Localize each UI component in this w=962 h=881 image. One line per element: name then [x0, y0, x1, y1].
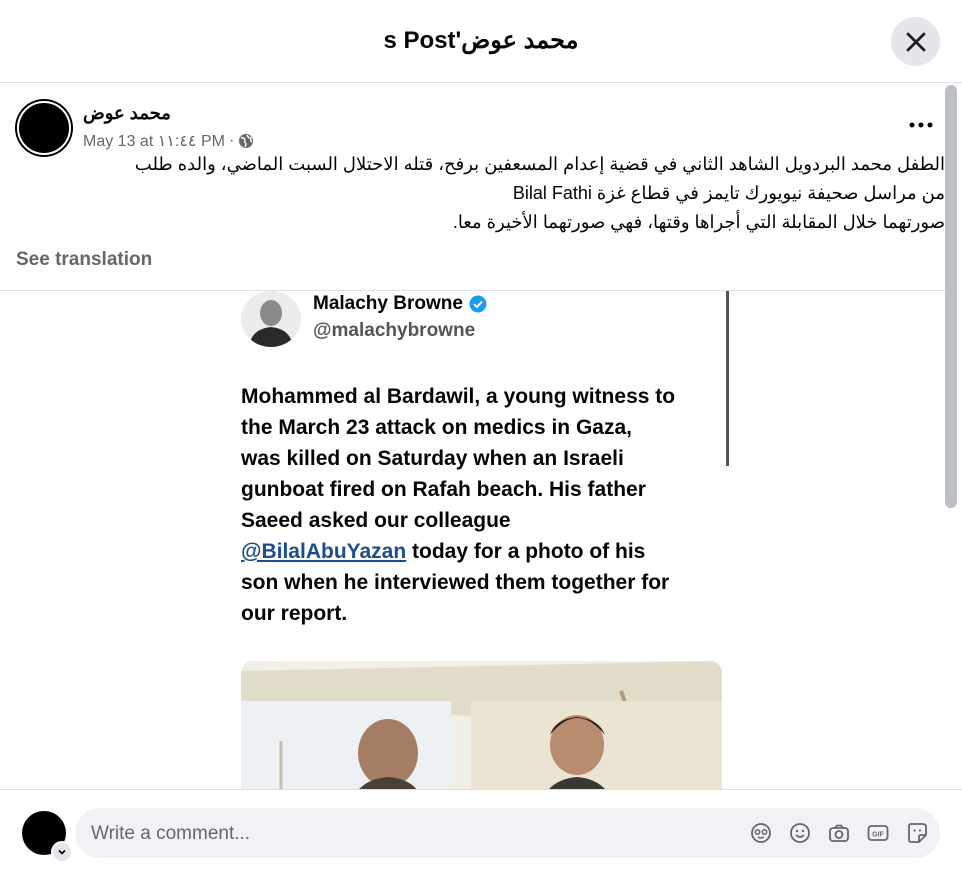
- meta-separator: ·: [228, 132, 235, 149]
- svg-text:GIF: GIF: [872, 831, 884, 838]
- see-translation-link[interactable]: See translation: [16, 249, 152, 271]
- dialog-title: محمد عوض's Post: [383, 27, 579, 54]
- comment-actions: GIF: [749, 821, 928, 844]
- camera-icon: [828, 824, 849, 842]
- gif-icon: GIF: [867, 824, 888, 841]
- embedded-line: son when he interviewed them together fo…: [241, 571, 670, 594]
- profile-switch-badge[interactable]: [51, 841, 73, 863]
- comment-placeholder: Write a comment...: [91, 823, 251, 844]
- post-image[interactable]: Malachy Browne @malachybrowne Mohammed a…: [236, 291, 732, 789]
- embedded-line: the March 23 attack on medics in Gaza,: [241, 416, 632, 439]
- camera-button[interactable]: [827, 821, 850, 844]
- emoji-button[interactable]: [788, 821, 811, 844]
- embedded-line: Saeed asked our colleague: [241, 509, 511, 532]
- embedded-line: Mohammed al Bardawil, a young witness to: [241, 385, 676, 408]
- embedded-body: Mohammed al Bardawil, a young witness to…: [241, 381, 731, 629]
- embedded-line-mention: @BilalAbuYazan today for a photo of his: [241, 536, 731, 567]
- dialog-header: محمد عوض's Post: [0, 0, 962, 83]
- avatar-sticker-button[interactable]: [749, 821, 772, 844]
- scrollbar[interactable]: [945, 85, 957, 508]
- sticker-button[interactable]: [905, 821, 928, 844]
- embedded-line: gunboat fired on Rafah beach. His father: [241, 478, 646, 501]
- gif-button[interactable]: GIF: [866, 821, 889, 844]
- embedded-mention-rest: today for a photo of his: [406, 540, 646, 563]
- post-text-line: من مراسل صحيفة نيويورك تايمز في قطاع غزة…: [512, 183, 945, 203]
- embedded-photo: [241, 661, 722, 789]
- author-name[interactable]: محمد عوض: [83, 103, 171, 124]
- post-meta: May 13 at ١١:٤٤ PM ·: [83, 131, 254, 151]
- close-button[interactable]: [891, 17, 940, 66]
- embedded-author-name: Malachy Browne: [313, 293, 487, 315]
- post-timestamp[interactable]: May 13 at ١١:٤٤ PM: [83, 131, 225, 151]
- post-text-line: الطفل محمد البردويل الشاهد الثاني في قضي…: [134, 154, 945, 174]
- sticker-icon: [907, 822, 927, 843]
- chevron-down-icon: [58, 849, 66, 855]
- emoji-icon: [789, 822, 810, 843]
- author-avatar[interactable]: [17, 101, 71, 155]
- comment-footer: Write a comment... GIF: [0, 789, 962, 881]
- comment-input[interactable]: Write a comment... GIF: [75, 808, 940, 858]
- embedded-line: our report.: [241, 602, 348, 625]
- post-text-line: صورتهما خلال المقابلة التي أجراها وقتها،…: [452, 212, 945, 232]
- post-text: الطفل محمد البردويل الشاهد الثاني في قضي…: [16, 150, 945, 237]
- verified-badge-icon: [469, 295, 487, 313]
- avatar-sticker-icon: [750, 822, 771, 843]
- embedded-mention: @BilalAbuYazan: [241, 540, 407, 563]
- globe-icon: [239, 134, 254, 148]
- close-icon: [906, 32, 925, 51]
- more-options-button[interactable]: [905, 112, 937, 138]
- embedded-handle: @malachybrowne: [313, 320, 476, 341]
- more-icon: [909, 122, 933, 128]
- embedded-author-label: Malachy Browne: [313, 293, 463, 314]
- embedded-line: was killed on Saturday when an Israeli: [241, 447, 624, 470]
- embedded-avatar: [241, 291, 301, 347]
